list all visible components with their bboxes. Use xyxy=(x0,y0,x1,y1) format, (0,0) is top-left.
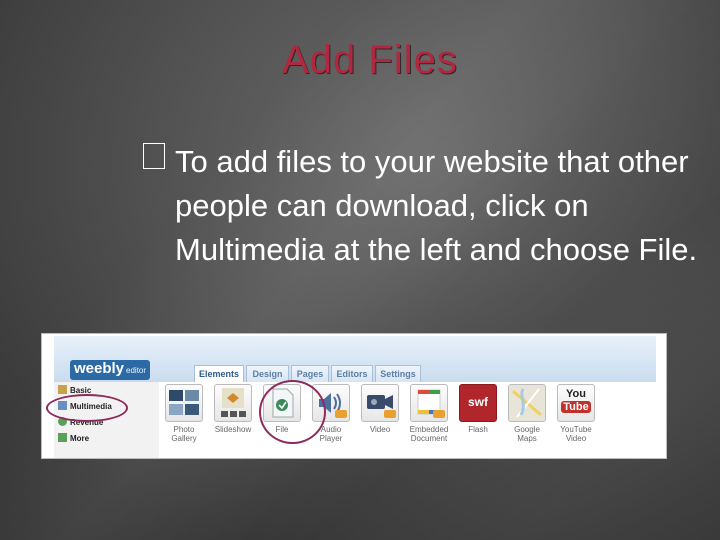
flash-icon: swf xyxy=(459,384,497,422)
element-embedded-document[interactable]: Embedded Document xyxy=(406,384,452,443)
bullet-marker xyxy=(143,143,165,169)
element-youtube[interactable]: You Tube YouTube Video xyxy=(553,384,599,443)
video-icon xyxy=(361,384,399,422)
youtube-label2: Video xyxy=(565,434,587,443)
more-icon xyxy=(58,433,67,442)
youtube-tube: Tube xyxy=(561,401,591,413)
element-slideshow[interactable]: Slideshow xyxy=(210,384,256,434)
tab-design[interactable]: Design xyxy=(246,365,289,382)
tab-editors[interactable]: Editors xyxy=(331,365,373,382)
photo-gallery-icon xyxy=(165,384,203,422)
editor-topbar: weebly editor Elements Design Pages Edito… xyxy=(54,336,656,383)
google-maps-icon xyxy=(508,384,546,422)
photo-gallery-label: Photo xyxy=(173,425,195,434)
tab-settings[interactable]: Settings xyxy=(375,365,421,382)
weebly-logo: weebly editor xyxy=(70,360,151,380)
basic-icon xyxy=(58,385,67,394)
flash-badge: swf xyxy=(467,395,488,409)
tab-elements[interactable]: Elements xyxy=(194,365,244,383)
file-highlight-circle xyxy=(259,380,326,444)
google-maps-label: Google xyxy=(514,425,540,434)
bullet-text: To add files to your website that other … xyxy=(175,144,698,267)
element-video[interactable]: Video xyxy=(357,384,403,434)
flash-label: Flash xyxy=(468,425,488,434)
slide-title: Add Files xyxy=(282,38,458,82)
multimedia-highlight-circle xyxy=(46,394,128,422)
youtube-you: You xyxy=(566,388,586,400)
embedded-document-label2: Document xyxy=(410,434,448,443)
editor-screenshot: weebly editor Elements Design Pages Edito… xyxy=(41,333,667,459)
youtube-label: YouTube xyxy=(560,425,592,434)
element-photo-gallery[interactable]: Photo Gallery xyxy=(161,384,207,443)
sidebar-item-more[interactable]: More xyxy=(58,432,89,446)
element-grid: Photo Gallery Slideshow File Audio Player … xyxy=(159,382,656,458)
google-maps-label2: Maps xyxy=(517,434,537,443)
element-google-maps[interactable]: Google Maps xyxy=(504,384,550,443)
video-label: Video xyxy=(369,425,391,434)
slideshow-icon xyxy=(214,384,252,422)
photo-gallery-label2: Gallery xyxy=(171,434,197,443)
logo-sub: editor xyxy=(126,366,147,375)
logo-text: weebly xyxy=(74,360,125,377)
element-flash[interactable]: swf Flash xyxy=(455,384,501,434)
embedded-document-label: Embedded xyxy=(409,425,449,434)
slideshow-label: Slideshow xyxy=(214,425,252,434)
bullet-item: To add files to your website that other … xyxy=(143,140,705,272)
youtube-icon: You Tube xyxy=(557,384,595,422)
embedded-document-icon xyxy=(410,384,448,422)
